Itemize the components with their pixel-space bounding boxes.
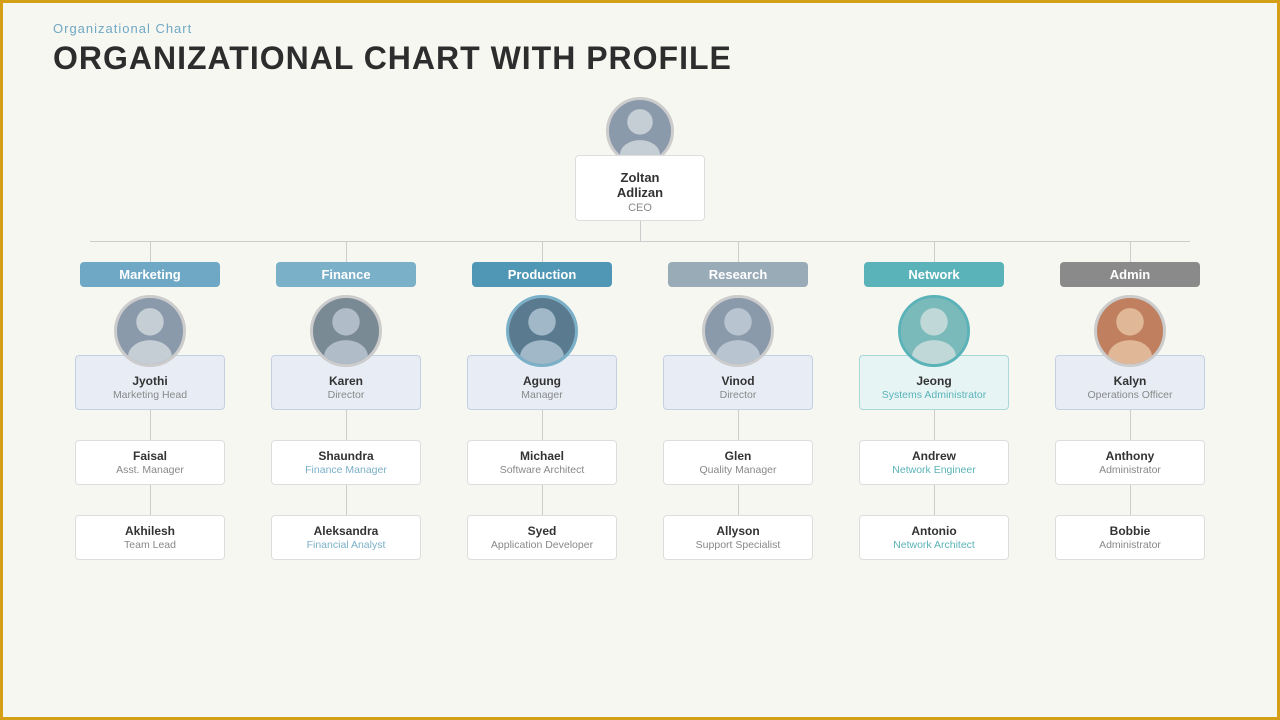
- dept-production: Production Agung Manager Michael Softwar…: [452, 242, 632, 560]
- dept-header-marketing: Marketing: [80, 262, 220, 287]
- dept-l2-marketing: Faisal Asst. Manager: [75, 440, 225, 485]
- dept-l3-network: Antonio Network Architect: [859, 515, 1009, 560]
- header-subtitle: Organizational Chart: [53, 21, 1227, 36]
- dept-header-admin: Admin: [1060, 262, 1200, 287]
- dept-avatar-marketing: [114, 295, 186, 367]
- org-chart: Zoltan Adlizan CEO Marketing Jyothi Mark…: [3, 97, 1277, 560]
- dept-l3-marketing: Akhilesh Team Lead: [75, 515, 225, 560]
- dept-avatar-finance: [310, 295, 382, 367]
- dept-l3-research: Allyson Support Specialist: [663, 515, 813, 560]
- dept-l2-network: Andrew Network Engineer: [859, 440, 1009, 485]
- dept-l2-production: Michael Software Architect: [467, 440, 617, 485]
- dept-l3-production: Syed Application Developer: [467, 515, 617, 560]
- dept-l2-finance: Shaundra Finance Manager: [271, 440, 421, 485]
- dept-marketing: Marketing Jyothi Marketing Head Faisal A…: [60, 242, 240, 560]
- dept-header-finance: Finance: [276, 262, 416, 287]
- dept-header-production: Production: [472, 262, 612, 287]
- departments-row: Marketing Jyothi Marketing Head Faisal A…: [60, 242, 1220, 560]
- dept-avatar-research: [702, 295, 774, 367]
- dept-header-network: Network: [864, 262, 1004, 287]
- ceo-name: Zoltan Adlizan: [596, 170, 684, 200]
- dept-l3-finance: Aleksandra Financial Analyst: [271, 515, 421, 560]
- dept-admin: Admin Kalyn Operations Officer Anthony A…: [1040, 242, 1220, 560]
- dept-avatar-admin: [1094, 295, 1166, 367]
- dept-header-research: Research: [668, 262, 808, 287]
- dept-l3-admin: Bobbie Administrator: [1055, 515, 1205, 560]
- dept-research: Research Vinod Director Glen Quality Man…: [648, 242, 828, 560]
- header-title: ORGANIZATIONAL CHART WITH PROFILE: [53, 40, 1227, 77]
- ceo-node: Zoltan Adlizan CEO: [575, 97, 705, 221]
- header: Organizational Chart ORGANIZATIONAL CHAR…: [3, 3, 1277, 87]
- ceo-vline: [640, 221, 641, 241]
- dept-l2-admin: Anthony Administrator: [1055, 440, 1205, 485]
- dept-l2-research: Glen Quality Manager: [663, 440, 813, 485]
- page-wrapper: Organizational Chart ORGANIZATIONAL CHAR…: [3, 3, 1277, 560]
- dept-network: Network Jeong Systems Administrator Andr…: [844, 242, 1024, 560]
- ceo-box: Zoltan Adlizan CEO: [575, 155, 705, 221]
- ceo-title: CEO: [596, 202, 684, 214]
- dept-finance: Finance Karen Director Shaundra Finance …: [256, 242, 436, 560]
- dept-avatar-production: [506, 295, 578, 367]
- dept-avatar-network: [898, 295, 970, 367]
